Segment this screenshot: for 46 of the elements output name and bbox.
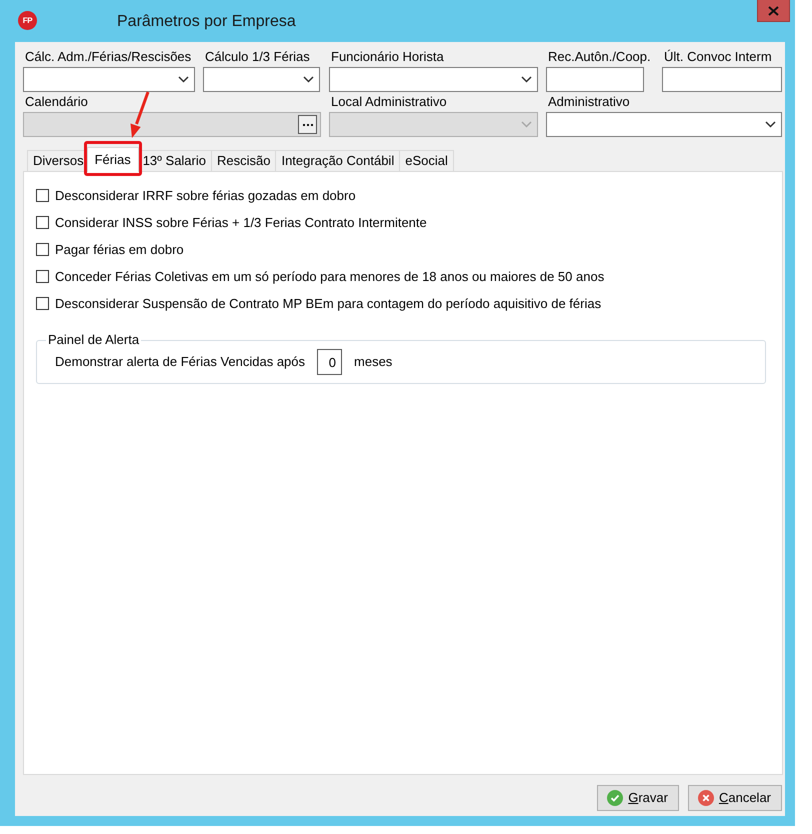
input-field[interactable] — [546, 67, 644, 92]
dropdown-field[interactable] — [546, 112, 782, 137]
field-label: Últ. Convoc Interm — [663, 49, 772, 65]
group-title: Painel de Alerta — [47, 333, 140, 347]
app-logo: FP — [18, 11, 37, 30]
close-icon — [698, 790, 714, 806]
chevron-down-icon — [521, 121, 532, 128]
field-label: Calendário — [24, 94, 88, 110]
tab[interactable]: eSocial — [399, 150, 454, 171]
tab[interactable]: Integração Contábil — [275, 150, 400, 171]
field-label: Cálc. Adm./Férias/Rescisões — [24, 49, 192, 65]
field-label: Rec.Autôn./Coop. — [547, 49, 651, 65]
checkbox-label: Conceder Férias Coletivas em um só período para menores de 18 anos ou maiores de 50 anos — [55, 268, 604, 286]
checkbox[interactable] — [36, 243, 49, 256]
dropdown-field[interactable] — [203, 67, 320, 92]
checkbox-label: Pagar férias em dobro — [55, 240, 184, 259]
checkbox-label: Desconsiderar IRRF sobre férias gozadas em dobro — [55, 186, 356, 205]
annotation-arrow — [128, 90, 152, 139]
check-circle-icon — [607, 790, 624, 806]
chevron-down-icon — [303, 76, 314, 83]
field-label: Administrativo — [547, 94, 630, 110]
chevron-down-icon — [521, 76, 532, 83]
close-icon — [768, 6, 779, 16]
input-field[interactable] — [662, 67, 782, 92]
unit-label: meses — [354, 353, 392, 372]
tab[interactable]: Férias — [86, 147, 139, 172]
field-label: Local Administrativo — [330, 94, 447, 110]
checkbox-label: Considerar INSS sobre Férias + 1/3 Ferias Contrato Intermitente — [55, 214, 427, 232]
field-label: Funcionário Horista — [330, 49, 444, 65]
field-label: Cálculo 1/3 Férias — [204, 49, 310, 65]
checkbox[interactable] — [36, 297, 49, 310]
chevron-down-icon — [765, 121, 776, 128]
chevron-down-icon — [178, 76, 189, 83]
dropdown-field[interactable] — [329, 67, 538, 92]
dropdown-field[interactable] — [23, 67, 195, 92]
checkbox[interactable] — [36, 189, 49, 202]
checkbox-label: Desconsiderar Suspensão de Contrato MP BEm para contagem do período aquisitivo de férias — [55, 294, 602, 313]
alert-label: Demonstrar alerta de Férias Vencidas após — [55, 353, 306, 372]
number-field[interactable]: 0 — [317, 349, 342, 375]
window-title: Parâmetros por Empresa — [117, 12, 296, 32]
checkbox[interactable] — [36, 216, 49, 229]
checkbox[interactable] — [36, 270, 49, 283]
highlight-frame — [84, 141, 142, 176]
close-button[interactable] — [757, 0, 790, 22]
cancel-button[interactable]: Cancelar — [688, 785, 782, 811]
save-button[interactable]: Gravar — [597, 785, 679, 811]
